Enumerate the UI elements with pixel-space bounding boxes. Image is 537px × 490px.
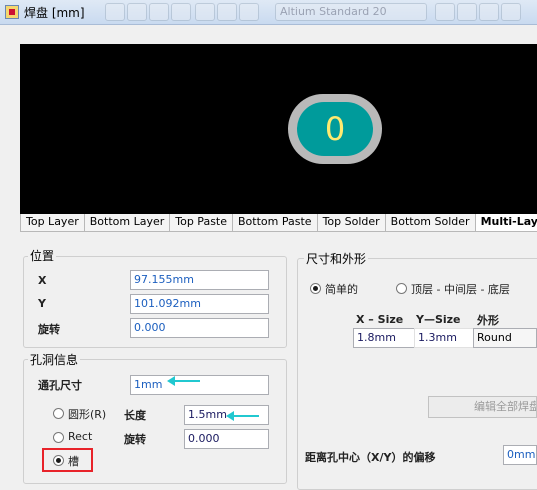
rect-hole-label: Rect: [68, 430, 93, 443]
toolbar-ghost-icon: [105, 3, 125, 21]
top-mid-bottom-radio[interactable]: [396, 283, 407, 294]
x-label: X: [38, 274, 47, 287]
toolbar-ghost-icon: [171, 3, 191, 21]
edit-all-layers-button[interactable]: 编辑全部焊盘层定义...: [428, 396, 537, 418]
hole-size-field[interactable]: 1mm: [130, 375, 269, 395]
toolbar-ghost-icon: [479, 3, 499, 21]
tab-multi-layer[interactable]: Multi-Layer: [474, 214, 537, 232]
toolbar-ghost-text: Altium Standard 20: [280, 5, 387, 18]
position-group-title: 位置: [28, 247, 57, 264]
simple-shape-radio[interactable]: [310, 283, 321, 294]
toolbar-ghost-icon: [195, 3, 215, 21]
y-size-field[interactable]: 1.3mm: [414, 328, 474, 348]
rotation-field[interactable]: 0.000: [130, 318, 269, 338]
toolbar-ghost-icon: [217, 3, 237, 21]
hole-offset-field[interactable]: 0mm: [503, 445, 537, 465]
shape-header: 外形: [477, 314, 499, 327]
shape-dropdown[interactable]: Round: [473, 328, 537, 348]
y-label: Y: [38, 297, 46, 310]
toolbar-ghost-icon: [435, 3, 455, 21]
x-size-field[interactable]: 1.8mm: [353, 328, 415, 348]
tab-bottom-paste[interactable]: Bottom Paste: [232, 214, 318, 232]
pad-designator: 0: [324, 110, 346, 148]
hole-size-label: 通孔尺寸: [38, 379, 82, 392]
slot-hole-radio[interactable]: [53, 455, 64, 466]
pad-preview: 0: [20, 44, 537, 214]
hole-info-title: 孔洞信息: [28, 351, 81, 368]
y-size-header: Y—Size: [416, 313, 461, 326]
hole-rotation-label: 旋转: [124, 433, 146, 446]
hole-offset-label: 距离孔中心（X/Y）的偏移: [305, 451, 436, 464]
y-position-field[interactable]: 101.092mm: [130, 294, 269, 314]
hole-rotation-field[interactable]: 0.000: [184, 429, 269, 449]
arrow-annotation: [167, 376, 200, 386]
rect-hole-radio[interactable]: [53, 432, 64, 443]
slot-hole-label: 槽: [68, 455, 79, 468]
window-title: 焊盘 [mm]: [24, 6, 85, 20]
top-mid-bottom-label: 顶层 - 中间层 - 底层: [411, 283, 510, 296]
tab-bottom-solder[interactable]: Bottom Solder: [384, 214, 476, 232]
simple-shape-label: 简单的: [325, 283, 358, 296]
rotation-label: 旋转: [38, 323, 60, 336]
toolbar-ghost-icon: [149, 3, 169, 21]
arrow-annotation: [226, 411, 259, 421]
round-hole-radio[interactable]: [53, 408, 64, 419]
round-hole-label: 圆形(R): [68, 408, 107, 421]
toolbar-ghost-icon: [239, 3, 259, 21]
layer-tabs: Top Layer Bottom Layer Top Paste Bottom …: [20, 214, 537, 232]
tab-top-solder[interactable]: Top Solder: [316, 214, 386, 232]
title-bar: 焊盘 [mm] Altium Standard 20: [0, 0, 537, 25]
x-position-field[interactable]: 97.155mm: [130, 270, 269, 290]
tab-bottom-layer[interactable]: Bottom Layer: [83, 214, 171, 232]
toolbar-ghost-icon: [457, 3, 477, 21]
size-shape-title: 尺寸和外形: [304, 250, 369, 267]
pad-app-icon: [5, 5, 19, 19]
tab-top-layer[interactable]: Top Layer: [20, 214, 85, 232]
length-label: 长度: [124, 409, 146, 422]
x-size-header: X – Size: [356, 313, 404, 326]
tab-top-paste[interactable]: Top Paste: [169, 214, 234, 232]
background-toolbar: Altium Standard 20: [105, 3, 537, 21]
toolbar-ghost-icon: [127, 3, 147, 21]
toolbar-ghost-icon: [501, 3, 521, 21]
